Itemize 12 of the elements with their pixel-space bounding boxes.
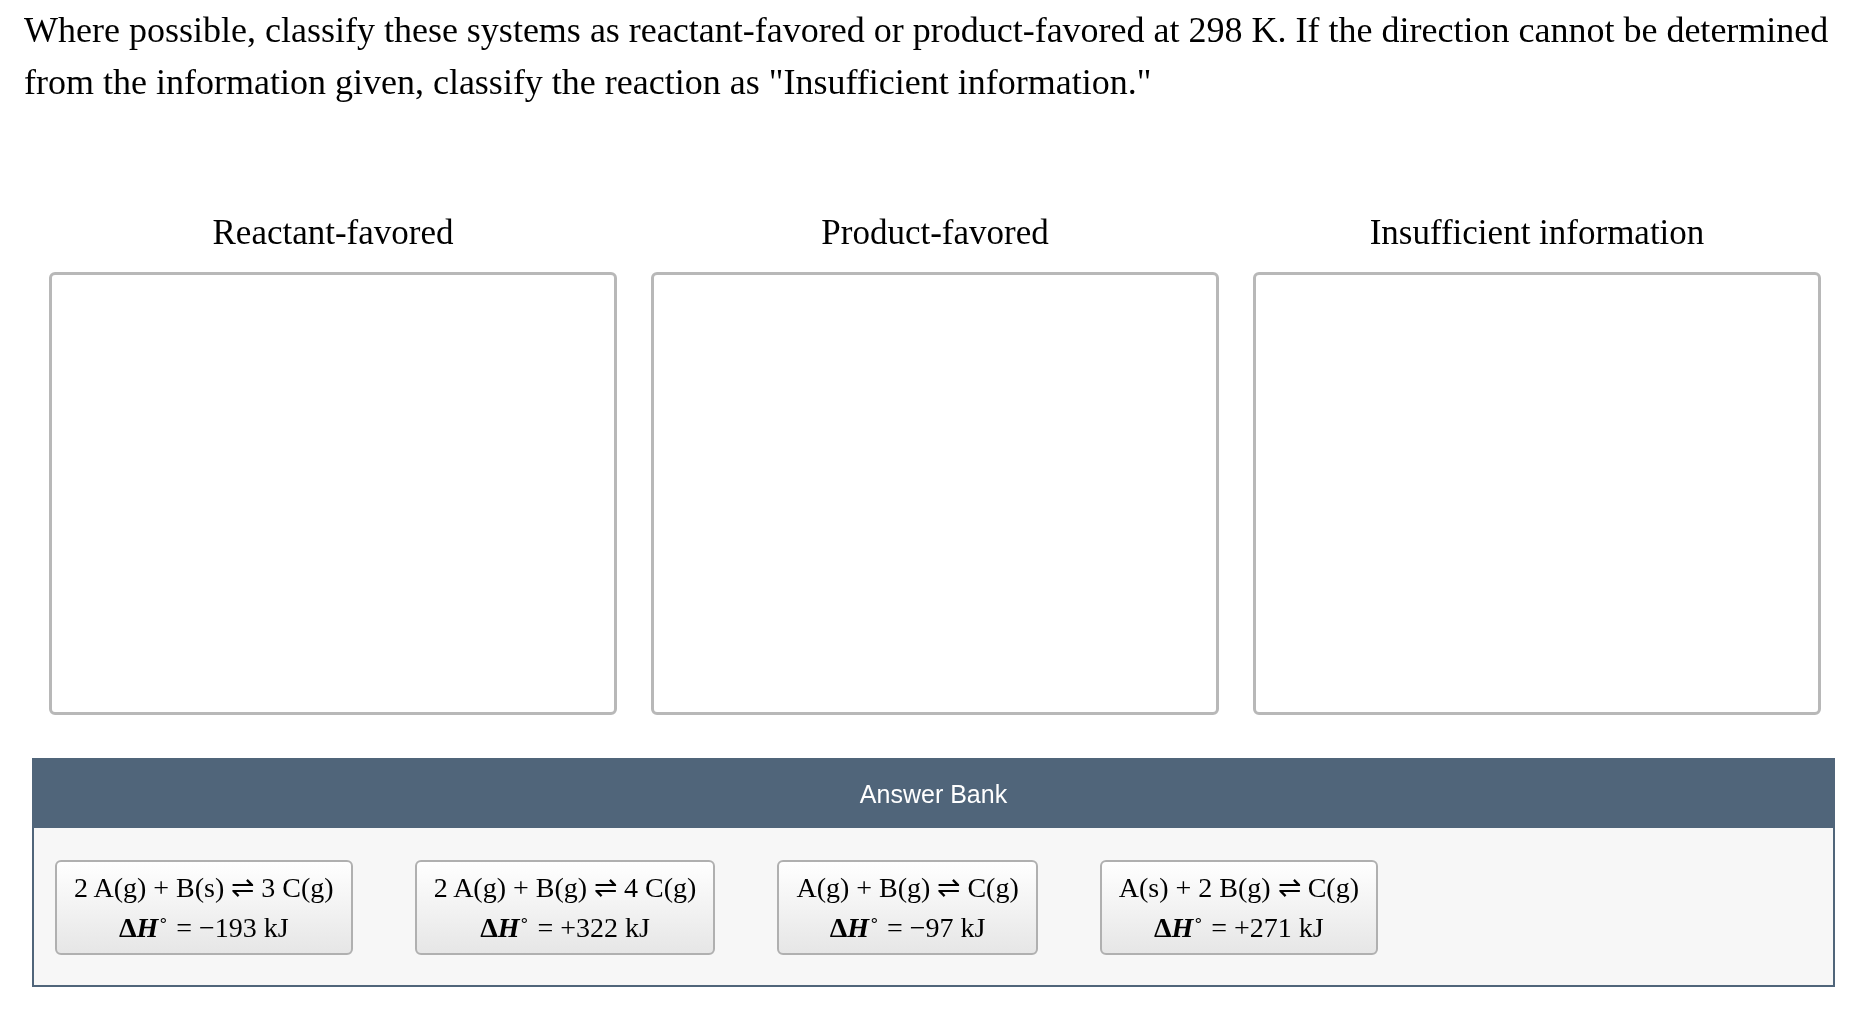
category-heading: Reactant-favored xyxy=(212,213,454,253)
category-heading: Insufficient information xyxy=(1369,213,1705,253)
answer-box[interactable] xyxy=(651,272,1219,715)
answer-card[interactable]: A(s) + 2 B(g) ⇌ C(g) ΔH$^{∘}$ = +271 kJ xyxy=(1099,860,1378,955)
answer-card[interactable]: 2 A(g) + B(s) ⇌ 3 C(g) ΔH$^{∘}$ = −193 kJ xyxy=(55,860,353,955)
category-heading: Product-favored xyxy=(821,213,1049,253)
answer-box[interactable] xyxy=(1253,272,1821,715)
question-text: Where possible, classify these systems as reactant-favored or product-favored at 298 K. If the direction cannot be determined from the information given, classify the reaction as "Insufficient information." xyxy=(23,9,1830,104)
answer-card[interactable]: A(g) + B(g) ⇌ C(g) ΔH$^{∘}$ = −97 kJ xyxy=(777,860,1038,955)
answer-bank-header: Answer Bank xyxy=(34,760,1833,828)
answer-box[interactable] xyxy=(49,272,617,715)
answer-card[interactable]: 2 A(g) + B(g) ⇌ 4 C(g) ΔH$^{∘}$ = +322 kJ xyxy=(414,860,716,955)
